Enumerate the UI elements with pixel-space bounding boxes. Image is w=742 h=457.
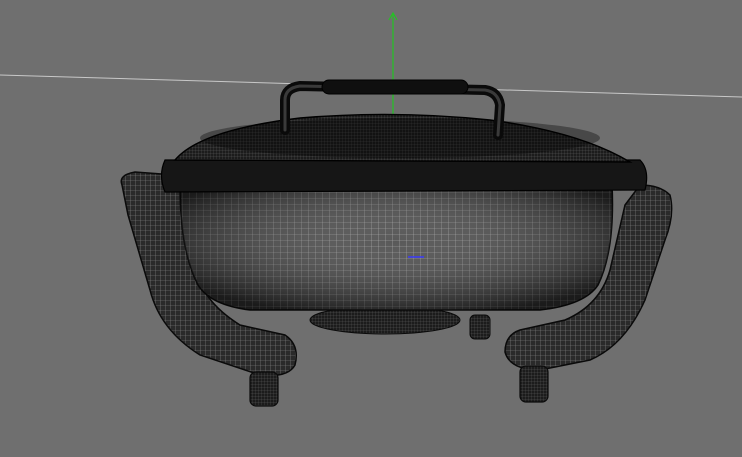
viewport-canvas[interactable] [0,0,742,457]
cooking-pot-model[interactable] [120,79,673,407]
rear-stud [469,314,491,340]
right-foot[interactable] [519,365,549,403]
pot-rim [160,159,648,193]
y-axis [388,11,398,120]
3d-viewport[interactable] [0,0,742,457]
left-foot[interactable] [249,371,279,407]
